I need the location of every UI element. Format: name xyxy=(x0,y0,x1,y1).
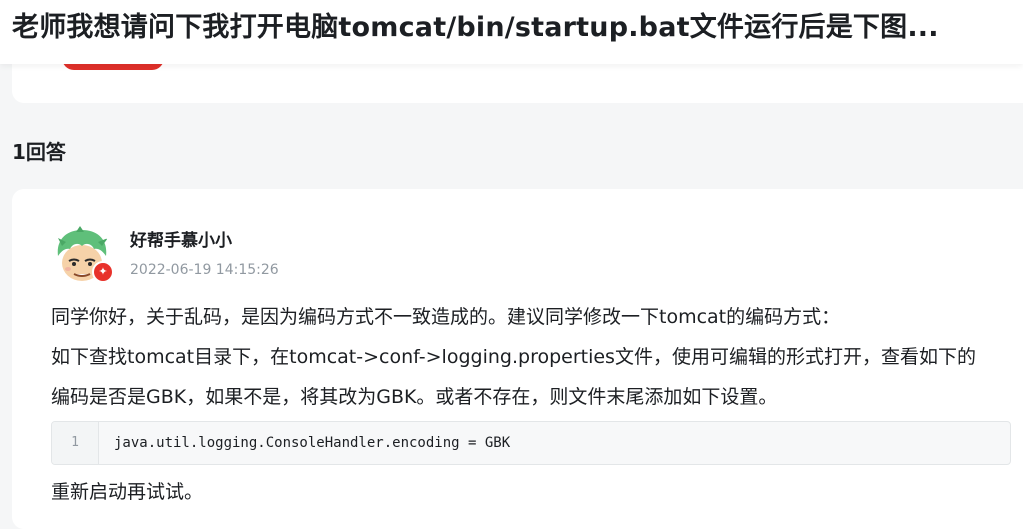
answer-paragraph: 编码是否是GBK，如果不是，将其改为GBK。或者不存在，则文件末尾添加如下设置。 xyxy=(51,386,778,408)
question-header: 老师我想请问下我打开电脑tomcat/bin/startup.bat文件运行后是… xyxy=(0,0,1023,64)
code-line: java.util.logging.ConsoleHandler.encodin… xyxy=(114,435,511,451)
answer-paragraph: 如下查找tomcat目录下，在tomcat->conf->logging.pro… xyxy=(51,346,976,368)
fire-badge-icon: ✦ xyxy=(92,261,114,283)
author-name[interactable]: 好帮手慕小小 xyxy=(130,229,232,253)
answer-count: 1回答 xyxy=(12,140,66,164)
code-block: 1 java.util.logging.ConsoleHandler.encod… xyxy=(51,421,1011,465)
answer-card: ✦ 好帮手慕小小 2022-06-19 14:15:26 同学你好，关于乱码，是… xyxy=(12,189,1023,529)
answer-timestamp: 2022-06-19 14:15:26 xyxy=(130,262,279,278)
answer-closing: 重新启动再试试。 xyxy=(51,481,204,503)
answer-paragraph: 同学你好，关于乱码，是因为编码方式不一致造成的。建议同学修改一下tomcat的编… xyxy=(51,306,841,328)
code-line-number: 1 xyxy=(71,435,79,450)
question-title: 老师我想请问下我打开电脑tomcat/bin/startup.bat文件运行后是… xyxy=(12,12,939,43)
